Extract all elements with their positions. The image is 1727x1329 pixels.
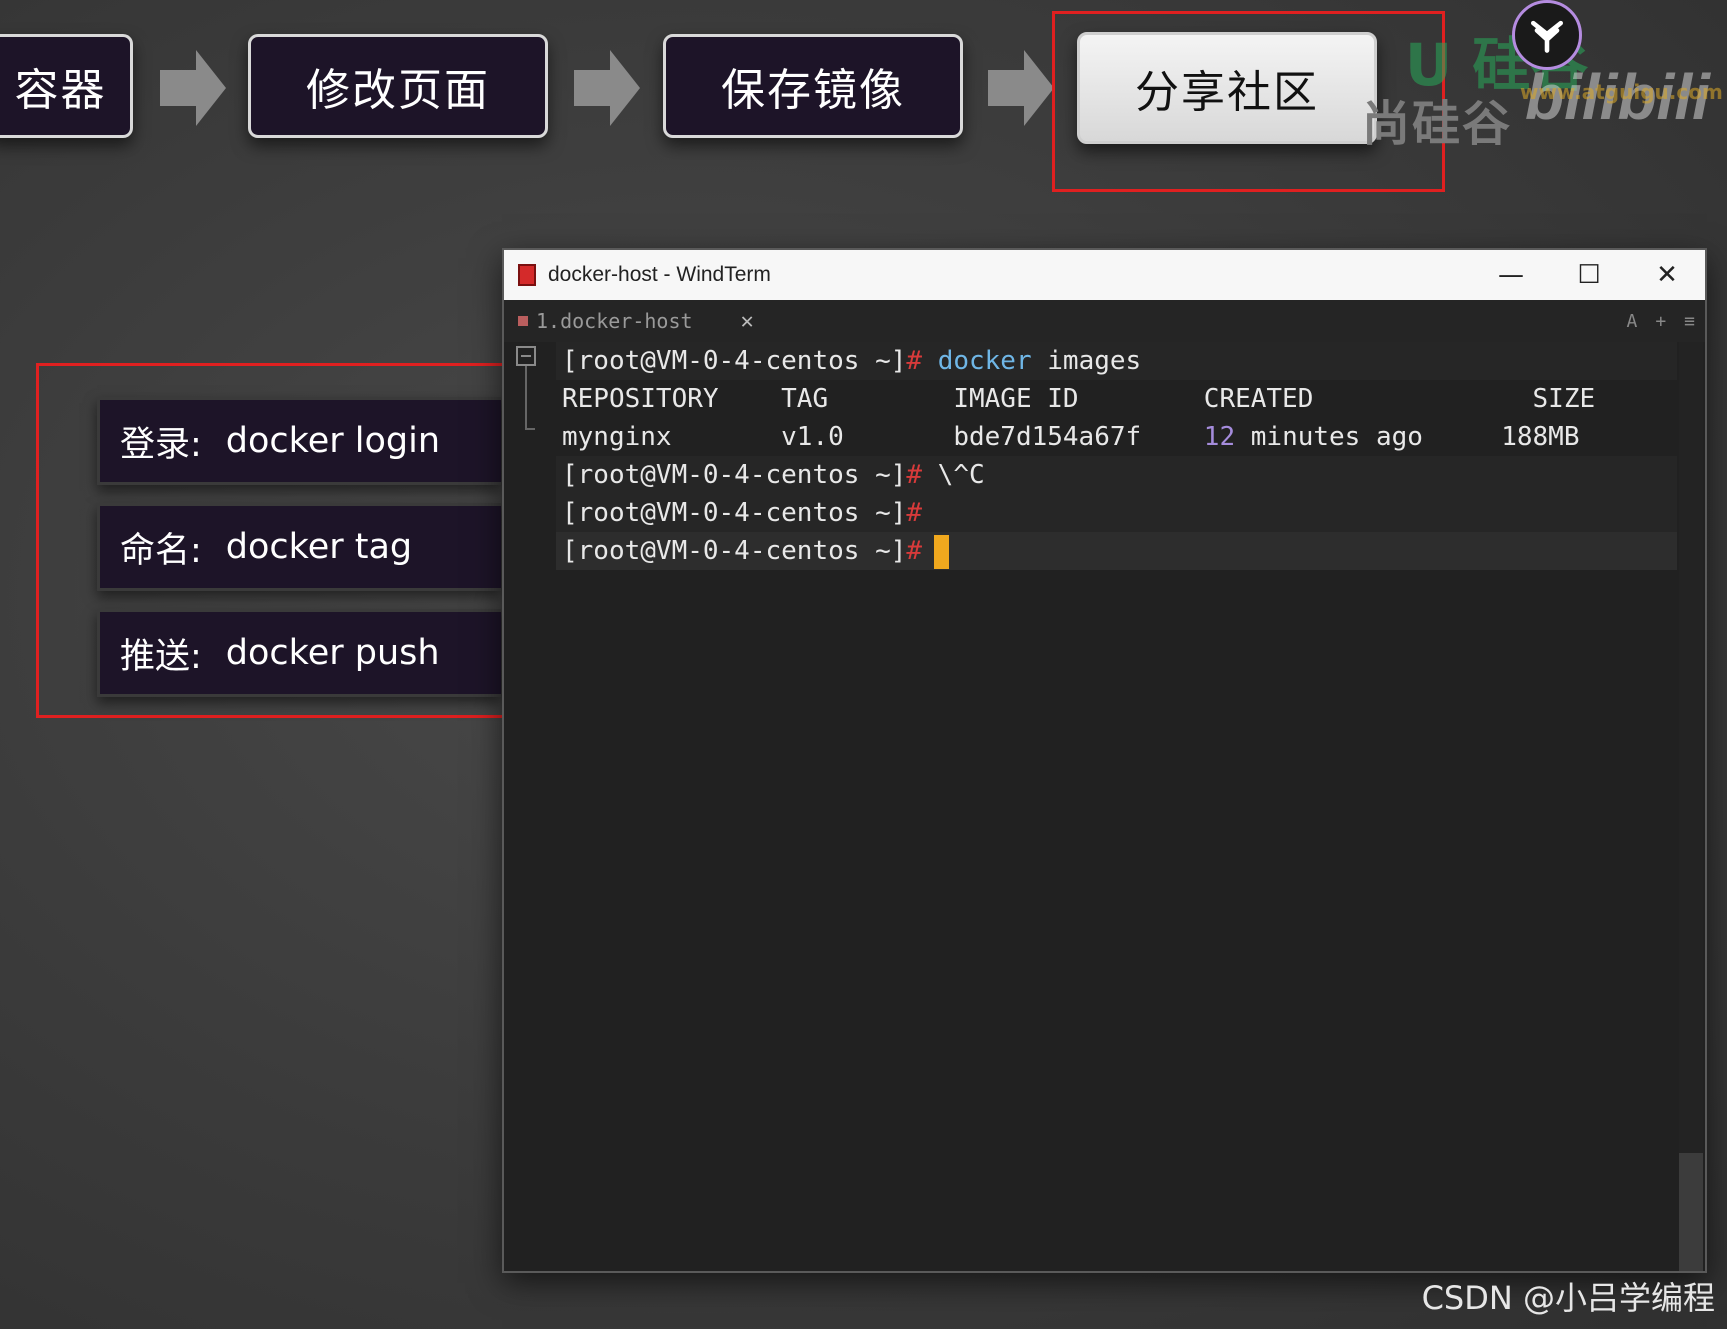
logo-watermark: 尚硅谷 [1362, 96, 1513, 152]
fold-line [525, 366, 535, 430]
prompt: [root@VM-0-4-centos ~] [562, 460, 907, 490]
channel-logo-icon [1512, 0, 1582, 70]
terminal-line: REPOSITORY TAG IMAGE ID CREATED SIZE [556, 380, 1677, 418]
command-text: \^C [922, 460, 985, 490]
url-watermark: www.atguigu.com [1520, 80, 1723, 104]
command-key: 推送: [120, 636, 202, 677]
windterm-app-icon [518, 264, 536, 286]
flow-step-modify-page: 修改页面 [248, 34, 548, 138]
flow-arrow-icon [988, 50, 1054, 126]
terminal-output[interactable]: [root@VM-0-4-centos ~]# docker images RE… [556, 342, 1677, 570]
command-args: images [1031, 346, 1142, 376]
title-bar[interactable]: docker-host - WindTerm — ☐ ✕ [504, 250, 1705, 301]
tab-label: 1.docker-host [536, 309, 693, 333]
prompt: [root@VM-0-4-centos ~] [562, 498, 907, 528]
menu-icon[interactable]: ≡ [1684, 311, 1695, 332]
flow-step-label: 保存镜像 [721, 65, 905, 116]
new-tab-icon[interactable]: + [1655, 311, 1666, 332]
maximize-button[interactable]: ☐ [1569, 256, 1609, 294]
flow-arrow-icon [160, 50, 226, 126]
command-text: docker login [225, 421, 441, 461]
flow-step-container: 容器 [0, 34, 133, 138]
prompt: [root@VM-0-4-centos ~] [562, 536, 907, 566]
scrollbar-track[interactable] [1679, 342, 1703, 1271]
prompt-hash: # [906, 460, 923, 490]
command-text: docker tag [225, 527, 413, 567]
terminal-line-current: [root@VM-0-4-centos ~]# [556, 532, 1677, 570]
terminal-line: [root@VM-0-4-centos ~]# \^C [556, 456, 1677, 494]
flow-step-save-image: 保存镜像 [663, 34, 963, 138]
table-row: mynginx v1.0 bde7d154a67f [562, 422, 1204, 452]
csdn-watermark: CSDN @小吕学编程 [1421, 1279, 1715, 1317]
prompt-hash: # [906, 536, 923, 566]
command-text: docker push [225, 633, 440, 673]
terminal-window: docker-host - WindTerm — ☐ ✕ 1.docker-ho… [502, 248, 1707, 1273]
minimize-button[interactable]: — [1491, 256, 1531, 294]
command-tag: 命名: docker tag [97, 503, 501, 591]
command-key: 登录: [120, 424, 202, 465]
terminal-line: mynginx v1.0 bde7d154a67f 12 minutes ago… [556, 418, 1677, 456]
terminal-line: [root@VM-0-4-centos ~]# [556, 494, 1677, 532]
tab-close-icon[interactable]: ✕ [741, 309, 754, 334]
close-button[interactable]: ✕ [1647, 256, 1687, 294]
text-cursor [934, 534, 950, 569]
window-title: docker-host - WindTerm [548, 263, 771, 286]
flow-arrow-icon [574, 50, 640, 126]
prompt-hash: # [906, 346, 923, 376]
command-key: 命名: [120, 530, 202, 571]
tab-docker-host[interactable]: 1.docker-host ✕ [518, 300, 754, 342]
tab-color-icon [518, 316, 528, 326]
table-row: minutes ago 188MB [1235, 422, 1580, 452]
fold-gutter [510, 346, 548, 438]
prompt: [root@VM-0-4-centos ~] [562, 346, 907, 376]
tab-bar: 1.docker-host ✕ A + ≡ [504, 300, 1705, 342]
fold-collapse-icon[interactable] [516, 346, 536, 366]
scrollbar-thumb[interactable] [1679, 1153, 1703, 1271]
command-push: 推送: docker push [97, 609, 501, 697]
tab-toolbar: A + ≡ [1626, 300, 1695, 342]
flow-step-label: 修改页面 [306, 65, 490, 116]
prompt-hash: # [906, 498, 923, 528]
font-size-icon[interactable]: A [1626, 311, 1637, 332]
command-program: docker [937, 346, 1032, 376]
table-row-number: 12 [1203, 422, 1236, 452]
table-header: REPOSITORY TAG IMAGE ID CREATED SIZE [562, 384, 1596, 414]
command-login: 登录: docker login [97, 397, 501, 485]
terminal-line: [root@VM-0-4-centos ~]# docker images [556, 342, 1677, 380]
flow-step-label: 容器 [14, 65, 107, 116]
